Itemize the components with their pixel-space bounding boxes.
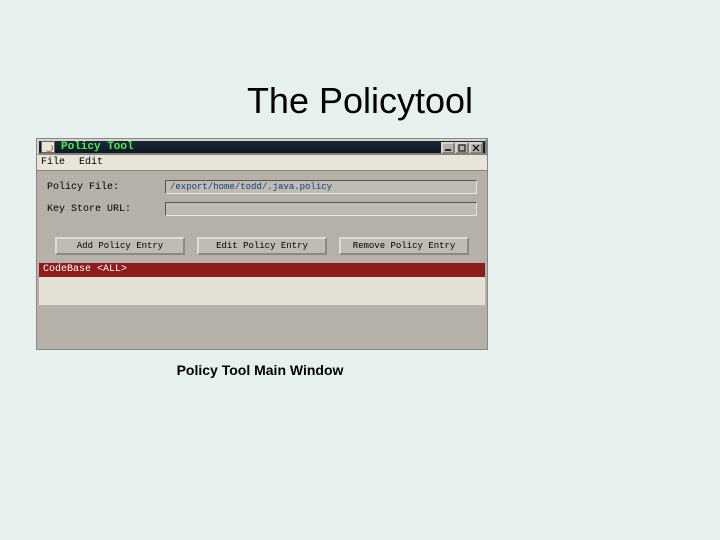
- close-button[interactable]: [469, 142, 483, 154]
- java-icon: [41, 141, 55, 153]
- policy-file-input[interactable]: /export/home/todd/.java.policy: [165, 180, 477, 194]
- form-area: Policy File: /export/home/todd/.java.pol…: [37, 171, 487, 225]
- keystore-input[interactable]: [165, 202, 477, 216]
- minimize-button[interactable]: [441, 142, 455, 154]
- close-icon: [472, 144, 480, 152]
- edit-policy-entry-button[interactable]: Edit Policy Entry: [197, 237, 327, 255]
- button-row: Add Policy Entry Edit Policy Entry Remov…: [37, 225, 487, 263]
- policytool-window: Policy Tool File Edit Policy File: /expo…: [36, 138, 488, 350]
- slide-title: The Policytool: [0, 80, 720, 122]
- menu-file[interactable]: File: [41, 157, 65, 168]
- policy-file-label: Policy File:: [47, 182, 165, 193]
- menu-edit[interactable]: Edit: [79, 157, 103, 168]
- keystore-label: Key Store URL:: [47, 204, 165, 215]
- remove-policy-entry-button[interactable]: Remove Policy Entry: [339, 237, 469, 255]
- keystore-row: Key Store URL:: [47, 201, 477, 217]
- menubar: File Edit: [37, 155, 487, 171]
- list-empty-area[interactable]: [39, 277, 485, 305]
- list-item-selected[interactable]: CodeBase <ALL>: [39, 263, 485, 277]
- minimize-icon: [444, 144, 452, 152]
- add-policy-entry-button[interactable]: Add Policy Entry: [55, 237, 185, 255]
- window-title: Policy Tool: [61, 141, 134, 153]
- window-controls: [441, 142, 483, 154]
- maximize-icon: [458, 144, 466, 152]
- slide-caption: Policy Tool Main Window: [0, 362, 520, 378]
- policy-list[interactable]: CodeBase <ALL>: [39, 263, 485, 305]
- maximize-button[interactable]: [455, 142, 469, 154]
- policy-file-row: Policy File: /export/home/todd/.java.pol…: [47, 179, 477, 195]
- window-titlebar[interactable]: Policy Tool: [37, 139, 487, 155]
